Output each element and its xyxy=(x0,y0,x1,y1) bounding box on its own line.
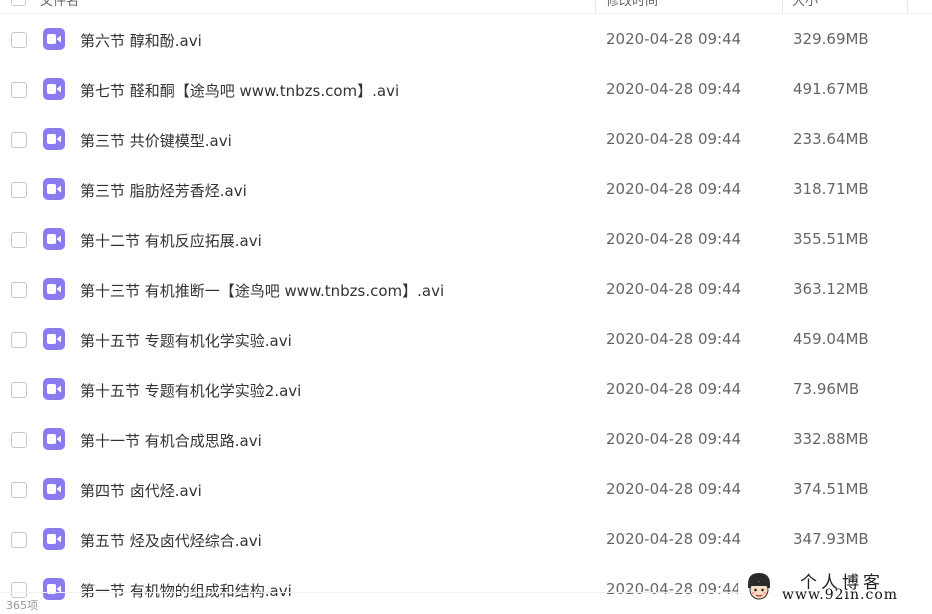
video-file-icon[interactable] xyxy=(43,328,65,350)
row-checkbox[interactable] xyxy=(11,82,27,98)
cartoon-face-icon xyxy=(748,573,770,600)
file-size: 329.69MB xyxy=(793,30,869,48)
file-row[interactable]: 第七节 醛和酮【途鸟吧 www.tnbzs.com】.avi 2020-04-28… xyxy=(0,64,932,114)
column-divider[interactable] xyxy=(907,0,908,13)
file-name[interactable]: 第五节 烃及卤代烃综合.avi xyxy=(80,530,262,551)
row-checkbox[interactable] xyxy=(11,332,27,348)
file-name[interactable]: 第三节 脂肪烃芳香烃.avi xyxy=(80,180,247,201)
file-list-header: 文件名 修改时间 大小 xyxy=(0,0,932,14)
video-file-icon[interactable] xyxy=(43,28,65,50)
file-name[interactable]: 第七节 醛和酮【途鸟吧 www.tnbzs.com】.avi xyxy=(80,80,399,101)
file-name[interactable]: 第十一节 有机合成思路.avi xyxy=(80,430,262,451)
video-file-icon[interactable] xyxy=(43,278,65,300)
file-modified-time: 2020-04-28 09:44 xyxy=(606,80,742,98)
watermark-url: www.92in.com xyxy=(782,587,899,603)
file-row[interactable]: 第十三节 有机推断一【途鸟吧 www.tnbzs.com】.avi 2020-04… xyxy=(0,264,932,314)
file-size: 374.51MB xyxy=(793,480,869,498)
file-name[interactable]: 第三节 共价键模型.avi xyxy=(80,130,232,151)
row-checkbox[interactable] xyxy=(11,182,27,198)
column-header-size[interactable]: 大小 xyxy=(792,0,818,9)
file-size: 332.88MB xyxy=(793,430,869,448)
file-modified-time: 2020-04-28 09:44 xyxy=(606,130,742,148)
row-checkbox[interactable] xyxy=(11,232,27,248)
file-modified-time: 2020-04-28 09:44 xyxy=(606,30,742,48)
column-header-name[interactable]: 文件名 xyxy=(40,0,79,9)
file-row[interactable]: 第三节 共价键模型.avi 2020-04-28 09:44 233.64MB xyxy=(0,114,932,164)
video-file-icon[interactable] xyxy=(43,128,65,150)
file-row[interactable]: 第五节 烃及卤代烃综合.avi 2020-04-28 09:44 347.93MB xyxy=(0,514,932,564)
watermark: 个人博客 www.92in.com xyxy=(738,566,932,607)
file-name[interactable]: 第十五节 专题有机化学实验.avi xyxy=(80,330,292,351)
file-row[interactable]: 第六节 醇和酚.avi 2020-04-28 09:44 329.69MB xyxy=(0,14,932,64)
file-size: 73.96MB xyxy=(793,380,860,398)
row-checkbox[interactable] xyxy=(11,132,27,148)
item-count: 365项 xyxy=(6,599,38,612)
video-file-icon[interactable] xyxy=(43,178,65,200)
file-row[interactable]: 第十五节 专题有机化学实验.avi 2020-04-28 09:44 459.04M… xyxy=(0,314,932,364)
file-row[interactable]: 第四节 卤代烃.avi 2020-04-28 09:44 374.51MB xyxy=(0,464,932,514)
file-modified-time: 2020-04-28 09:44 xyxy=(606,580,742,598)
row-checkbox[interactable] xyxy=(11,482,27,498)
file-size: 355.51MB xyxy=(793,230,869,248)
file-row[interactable]: 第三节 脂肪烃芳香烃.avi 2020-04-28 09:44 318.71MB xyxy=(0,164,932,214)
file-name[interactable]: 第十三节 有机推断一【途鸟吧 www.tnbzs.com】.avi xyxy=(80,280,444,301)
column-divider[interactable] xyxy=(782,0,783,13)
file-size: 233.64MB xyxy=(793,130,869,148)
file-name[interactable]: 第四节 卤代烃.avi xyxy=(80,480,202,501)
file-row[interactable]: 第十一节 有机合成思路.avi 2020-04-28 09:44 332.88MB xyxy=(0,414,932,464)
video-file-icon[interactable] xyxy=(43,78,65,100)
file-list: 第六节 醇和酚.avi 2020-04-28 09:44 329.69MB 第七节 醛… xyxy=(0,14,932,614)
video-file-icon[interactable] xyxy=(43,478,65,500)
file-size: 491.67MB xyxy=(793,80,869,98)
row-checkbox[interactable] xyxy=(11,282,27,298)
video-file-icon[interactable] xyxy=(43,428,65,450)
file-row[interactable]: 第十五节 专题有机化学实验2.avi 2020-04-28 09:44 73.96M… xyxy=(0,364,932,414)
column-divider[interactable] xyxy=(595,0,596,13)
select-all-checkbox[interactable] xyxy=(11,0,26,6)
column-header-time[interactable]: 修改时间 xyxy=(606,0,658,9)
file-name[interactable]: 第十五节 专题有机化学实验2.avi xyxy=(80,380,301,401)
video-file-icon[interactable] xyxy=(43,578,65,600)
row-checkbox[interactable] xyxy=(11,32,27,48)
file-size: 459.04MB xyxy=(793,330,869,348)
file-modified-time: 2020-04-28 09:44 xyxy=(606,480,742,498)
row-checkbox[interactable] xyxy=(11,382,27,398)
file-size: 363.12MB xyxy=(793,280,869,298)
video-file-icon[interactable] xyxy=(43,228,65,250)
file-modified-time: 2020-04-28 09:44 xyxy=(606,380,742,398)
file-name[interactable]: 第十二节 有机反应拓展.avi xyxy=(80,230,262,251)
video-file-icon[interactable] xyxy=(43,378,65,400)
file-row[interactable]: 第十二节 有机反应拓展.avi 2020-04-28 09:44 355.51MB xyxy=(0,214,932,264)
file-modified-time: 2020-04-28 09:44 xyxy=(606,530,742,548)
file-name[interactable]: 第六节 醇和酚.avi xyxy=(80,30,202,51)
file-modified-time: 2020-04-28 09:44 xyxy=(606,430,742,448)
file-modified-time: 2020-04-28 09:44 xyxy=(606,180,742,198)
file-modified-time: 2020-04-28 09:44 xyxy=(606,280,742,298)
file-size: 318.71MB xyxy=(793,180,869,198)
row-checkbox[interactable] xyxy=(11,532,27,548)
file-name[interactable]: 第一节 有机物的组成和结构.avi xyxy=(80,580,292,601)
row-checkbox[interactable] xyxy=(11,582,27,598)
video-file-icon[interactable] xyxy=(43,528,65,550)
file-size: 347.93MB xyxy=(793,530,869,548)
file-modified-time: 2020-04-28 09:44 xyxy=(606,230,742,248)
file-modified-time: 2020-04-28 09:44 xyxy=(606,330,742,348)
row-checkbox[interactable] xyxy=(11,432,27,448)
